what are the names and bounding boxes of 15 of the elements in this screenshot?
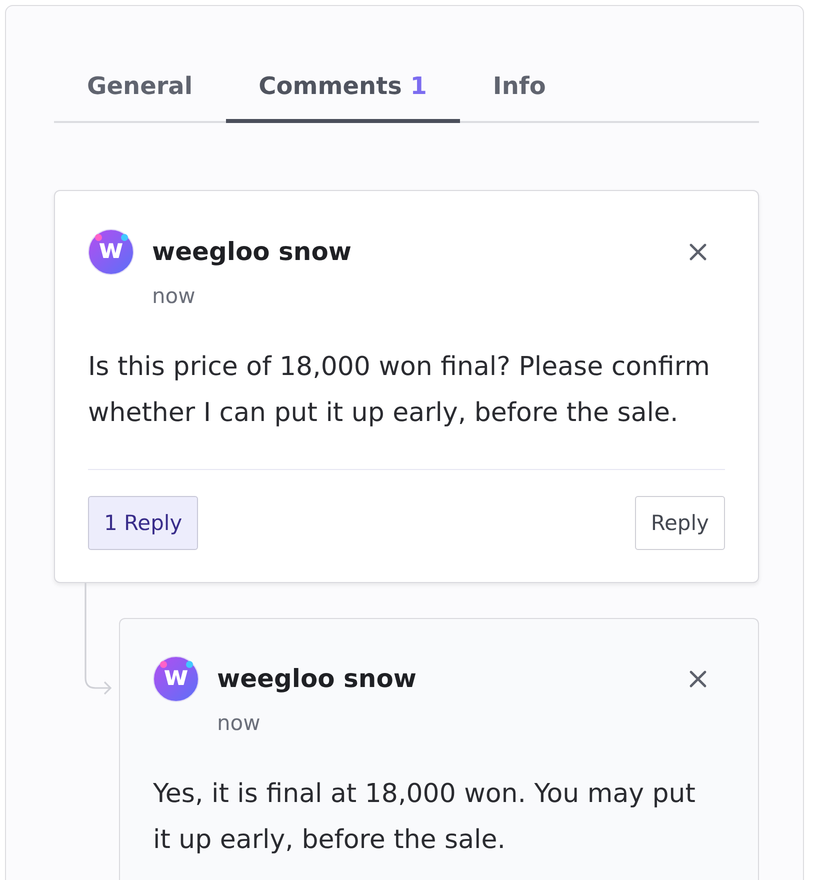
tab[interactable]: Comments 1 — [226, 53, 460, 123]
reply-text: Yes, it is final at 18,000 won. You may put it up early, before the sale. — [153, 778, 696, 857]
comment-text: Is this price of 18,000 won final? Please confirm whether I can put it up early, before the sale. — [88, 351, 711, 430]
tab[interactable]: General — [54, 53, 226, 123]
close-icon[interactable] — [688, 669, 708, 689]
replies-button[interactable]: 1 Reply — [88, 496, 198, 550]
close-icon[interactable] — [688, 242, 708, 262]
reply-time: now — [217, 710, 260, 737]
tab[interactable]: Info — [460, 53, 579, 123]
author-name: weegloo snow — [217, 663, 416, 695]
avatar: w — [153, 656, 199, 702]
reply-button[interactable]: Reply — [634, 496, 725, 550]
avatar: w — [88, 229, 134, 275]
author-name: weegloo snow — [152, 236, 352, 268]
comment-time: now — [152, 283, 196, 310]
